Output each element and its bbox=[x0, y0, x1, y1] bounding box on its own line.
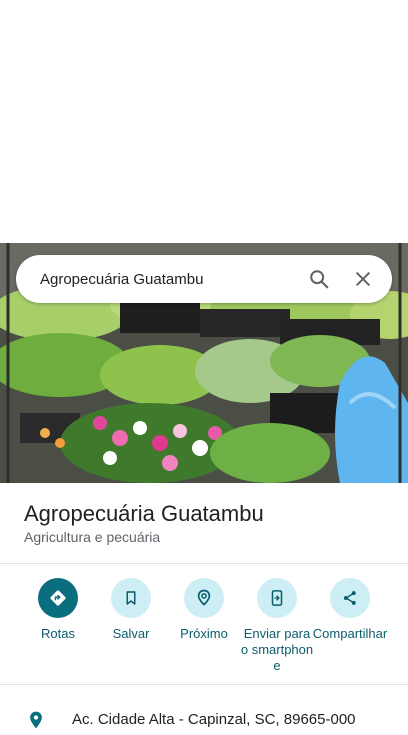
close-icon[interactable] bbox=[344, 260, 382, 298]
search-bar[interactable]: Agropecuária Guatambu bbox=[16, 255, 392, 303]
divider bbox=[0, 563, 408, 564]
directions-icon bbox=[38, 578, 78, 618]
nearby-icon bbox=[184, 578, 224, 618]
directions-label: Rotas bbox=[41, 626, 75, 641]
send-to-phone-button[interactable]: Enviar para o smartphone bbox=[239, 578, 315, 674]
search-input[interactable]: Agropecuária Guatambu bbox=[40, 271, 294, 288]
search-icon[interactable] bbox=[300, 260, 338, 298]
place-title: Agropecuária Guatambu bbox=[24, 501, 264, 526]
nearby-button[interactable]: Próximo bbox=[166, 578, 242, 642]
share-icon bbox=[330, 578, 370, 618]
address-text: Ac. Cidade Alta - Capinzal, SC, 89665-00… bbox=[72, 711, 356, 728]
map-area-blank bbox=[0, 0, 408, 243]
share-button[interactable]: Compartilhar bbox=[312, 578, 388, 642]
send-to-phone-label: Enviar para o smartphone bbox=[240, 626, 314, 673]
save-button[interactable]: Salvar bbox=[93, 578, 169, 642]
send-to-phone-icon bbox=[257, 578, 297, 618]
action-bar: Rotas Salvar Próximo Enviar para o smart… bbox=[0, 578, 408, 678]
directions-button[interactable]: Rotas bbox=[20, 578, 96, 642]
divider bbox=[0, 684, 408, 685]
nearby-label: Próximo bbox=[180, 626, 228, 641]
place-category: Agricultura e pecuária bbox=[24, 529, 161, 545]
save-label: Salvar bbox=[112, 626, 150, 641]
bookmark-icon bbox=[111, 578, 151, 618]
share-label: Compartilhar bbox=[312, 626, 388, 641]
location-pin-icon bbox=[26, 710, 46, 735]
